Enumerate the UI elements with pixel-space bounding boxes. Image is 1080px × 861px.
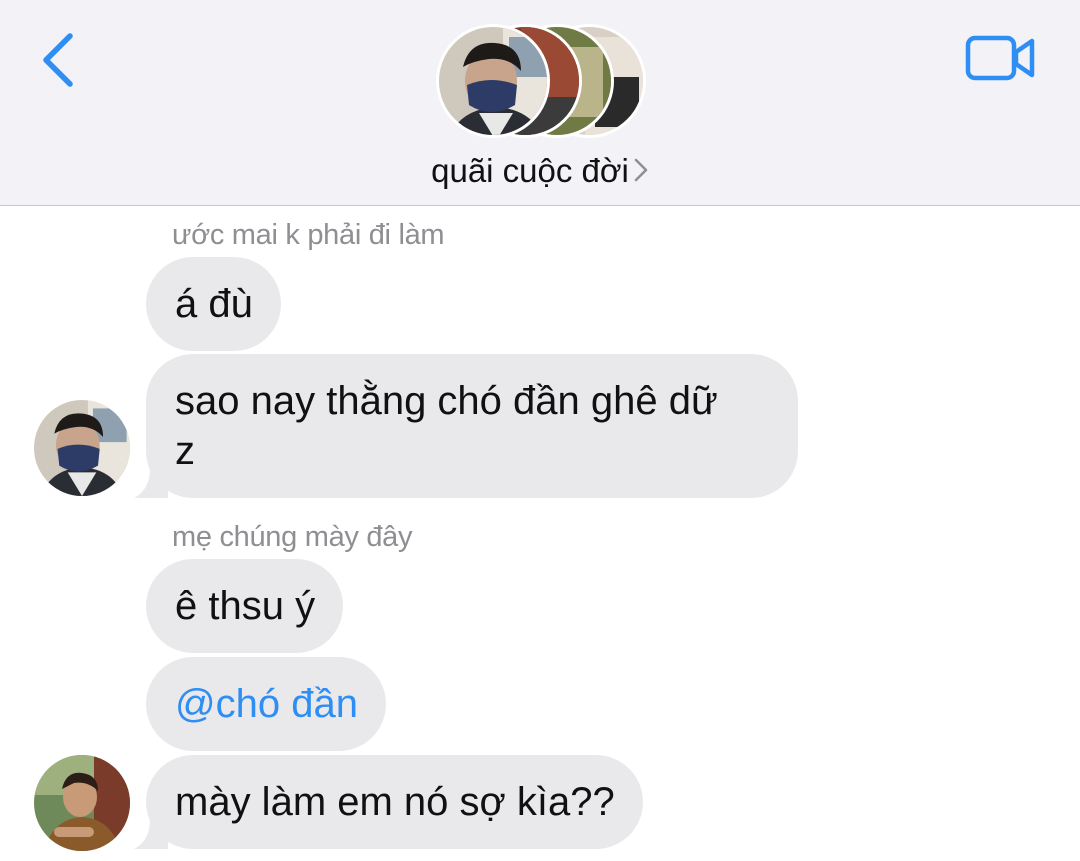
message-bubble[interactable]: sao nay thằng chó đần ghê dữ z	[134, 354, 798, 498]
message-text-line: sao nay thằng chó đần ghê dữ	[175, 379, 718, 423]
message-text: mày làm em nó sợ kìa??	[175, 780, 615, 824]
sender-label: mẹ chúng mày đây	[172, 521, 413, 553]
sender-avatar[interactable]	[34, 400, 130, 496]
chevron-left-icon	[43, 33, 73, 87]
bubble-tail	[134, 468, 168, 498]
video-camera-icon	[965, 35, 1035, 81]
message-bubble[interactable]: mày làm em nó sợ kìa??	[134, 755, 643, 849]
video-call-button[interactable]	[964, 32, 1038, 84]
group-name-button[interactable]: quãi cuộc đời	[0, 152, 1080, 190]
message-text: ê thsu ý	[175, 584, 316, 628]
message-bubble[interactable]: á đù	[146, 257, 281, 351]
message-text-line: z	[175, 429, 195, 473]
chat-header: quãi cuộc đời	[0, 0, 1080, 206]
group-avatar-1	[436, 24, 550, 138]
group-avatar-stack[interactable]	[436, 24, 646, 140]
sender-avatar[interactable]	[34, 755, 130, 851]
group-name: quãi cuộc đời	[431, 152, 629, 189]
chevron-right-icon	[634, 159, 648, 182]
mention-bubble[interactable]: @chó đần	[146, 657, 386, 751]
sender-label: ước mai k phải đi làm	[172, 219, 445, 251]
mention-link[interactable]: @chó đần	[175, 682, 358, 726]
bubble-tail	[134, 819, 168, 849]
message-text: á đù	[175, 282, 253, 326]
back-button[interactable]	[36, 28, 88, 92]
message-bubble[interactable]: ê thsu ý	[146, 559, 344, 653]
